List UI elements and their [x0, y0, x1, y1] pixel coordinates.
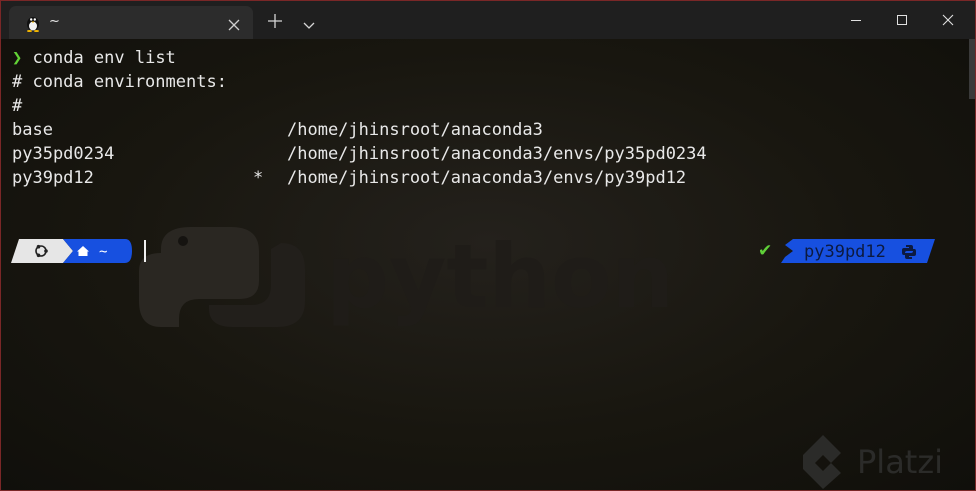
- python-logo-watermark-icon: python: [139, 225, 674, 328]
- terminal-pane[interactable]: python Platzi ❯ conda env list # conda e…: [1, 39, 975, 490]
- prompt-segments: ~: [11, 239, 132, 263]
- maximize-button[interactable]: [879, 1, 925, 39]
- output-comment: # conda environments:: [12, 72, 227, 92]
- env-row: py39pd12 * /home/jhinsroot/anaconda3/env…: [12, 166, 686, 190]
- minimize-button[interactable]: [833, 1, 879, 39]
- python-icon: [901, 244, 917, 260]
- env-path: /home/jhinsroot/anaconda3: [287, 120, 543, 140]
- terminal-window: ~ python Platzi ❯ conda env list # conda…: [0, 0, 976, 491]
- env-path: /home/jhinsroot/anaconda3/envs/py39pd12: [287, 168, 687, 188]
- platzi-brand-text: Platzi: [857, 443, 943, 481]
- platzi-logo-watermark-icon: Platzi: [803, 435, 943, 489]
- close-window-button[interactable]: [925, 1, 971, 39]
- close-icon: [942, 14, 954, 26]
- path-segment: [63, 239, 132, 263]
- watermark-text: python: [326, 225, 674, 328]
- tab-home[interactable]: ~: [9, 6, 253, 39]
- minimize-icon: [851, 20, 861, 21]
- text-cursor: [144, 240, 146, 262]
- scrollbar[interactable]: [969, 39, 975, 99]
- env-active-marker: *: [253, 168, 264, 188]
- env-name: py39pd12: [12, 168, 94, 188]
- env-path: /home/jhinsroot/anaconda3/envs/py35pd023…: [287, 144, 707, 164]
- check-icon: ✔: [758, 241, 773, 261]
- close-tab-icon[interactable]: [228, 16, 240, 31]
- linux-tux-icon: [24, 14, 42, 32]
- env-name-badge: py39pd12: [804, 242, 886, 262]
- command-text: conda env list: [32, 48, 176, 68]
- env-row: base /home/jhinsroot/anaconda3: [12, 118, 543, 142]
- command-line: ❯ conda env list: [12, 46, 227, 70]
- terminal-output: ❯ conda env list # conda environments: #…: [12, 46, 707, 190]
- env-row: py35pd0234 /home/jhinsroot/anaconda3/env…: [12, 142, 707, 166]
- output-comment: #: [12, 96, 23, 116]
- cwd-text: ~: [99, 244, 107, 260]
- os-segment: [11, 239, 73, 263]
- title-bar: ~: [1, 1, 975, 39]
- chevron-down-icon[interactable]: [303, 15, 315, 29]
- tab-title: ~: [49, 14, 60, 29]
- maximize-icon: [897, 15, 907, 25]
- env-name: py35pd0234: [12, 144, 115, 164]
- new-tab-plus-icon[interactable]: [268, 13, 282, 28]
- prompt-chevron: ❯: [12, 48, 23, 68]
- env-name: base: [12, 120, 53, 140]
